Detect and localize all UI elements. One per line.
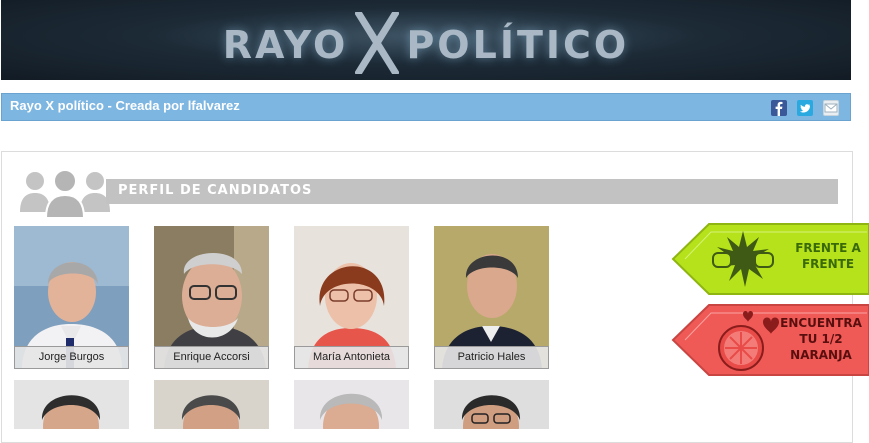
logo-word-politico: POLÍTICO (406, 23, 630, 67)
candidate-card[interactable]: Patricio Hales (434, 226, 549, 369)
candidate-photo (434, 380, 549, 429)
people-icon (18, 166, 112, 222)
naranja-label: ENCUENTRA TU 1/2 NARANJA (779, 315, 863, 363)
candidate-photo (14, 380, 129, 429)
candidate-card[interactable]: Enrique Accorsi (154, 226, 269, 369)
encuentra-naranja-button[interactable]: ENCUENTRA TU 1/2 NARANJA (671, 303, 869, 377)
frente-line-2: FRENTE (801, 257, 855, 271)
candidate-name: Enrique Accorsi (154, 346, 269, 369)
candidate-photo (154, 380, 269, 429)
candidate-card[interactable]: Jorge Burgos (14, 226, 129, 369)
frente-a-frente-button[interactable]: FRENTE A FRENTE (671, 222, 869, 296)
twitter-icon[interactable] (797, 100, 813, 116)
section-title: PERFIL DE CANDIDATOS (118, 183, 313, 198)
candidate-name: Patricio Hales (434, 346, 549, 369)
naranja-line-3: NARANJA (790, 348, 852, 362)
candidate-card[interactable] (434, 380, 549, 429)
boxing-gloves-icon (712, 231, 774, 287)
mail-icon[interactable] (823, 100, 839, 116)
title-bar: Rayo X político - Creada por lfalvarez (1, 93, 851, 121)
site-title[interactable]: Rayo X político - Creada por lfalvarez (10, 98, 240, 113)
candidate-name: María Antonieta (294, 346, 409, 369)
candidate-card[interactable]: María Antonieta (294, 226, 409, 369)
frente-line-1: FRENTE A (795, 241, 861, 255)
naranja-line-1: ENCUENTRA (780, 316, 862, 330)
candidate-card[interactable] (294, 380, 409, 429)
section-header: PERFIL DE CANDIDATOS (106, 179, 838, 204)
candidate-card[interactable] (14, 380, 129, 429)
facebook-icon[interactable] (771, 100, 787, 116)
frente-label: FRENTE A FRENTE (793, 240, 863, 272)
naranja-line-2: TU 1/2 (799, 332, 843, 346)
candidate-name: Jorge Burgos (14, 346, 129, 369)
header-banner: RAYO POLÍTICO (1, 0, 851, 80)
candidate-photo (294, 380, 409, 429)
orange-heart-icon (718, 311, 779, 371)
logo-x-icon (354, 9, 401, 78)
logo-word-rayo: RAYO (222, 23, 349, 67)
candidate-card[interactable] (154, 380, 269, 429)
site-logo[interactable]: RAYO POLÍTICO (1, 9, 851, 77)
